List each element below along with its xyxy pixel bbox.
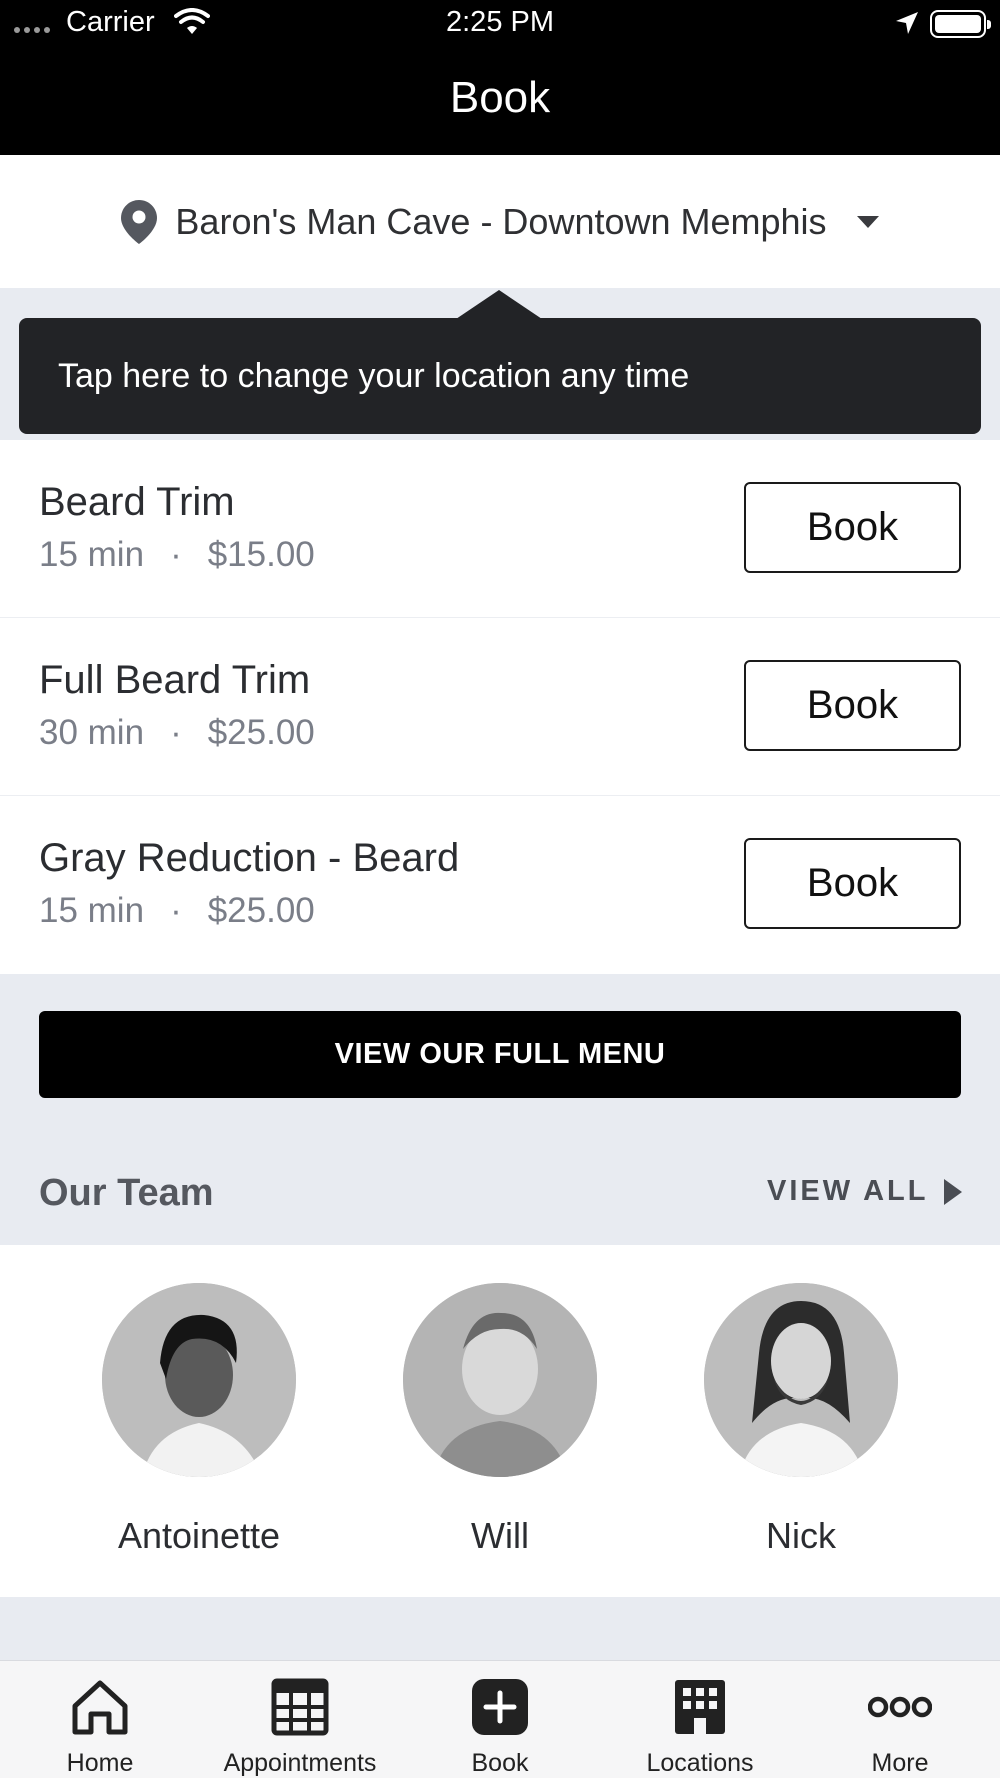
service-duration: 15 min <box>39 535 145 574</box>
meta-separator: · <box>170 891 182 930</box>
location-selector[interactable]: Baron's Man Cave - Downtown Memphis <box>0 155 1000 288</box>
book-button[interactable]: Book <box>744 838 961 929</box>
book-button[interactable]: Book <box>744 482 961 573</box>
service-item: Beard Trim 15 min · $15.00 Book <box>0 440 1000 618</box>
service-item: Full Beard Trim 30 min · $25.00 Book <box>0 618 1000 796</box>
plus-icon <box>472 1679 528 1735</box>
avatar-photo <box>704 1283 898 1477</box>
home-icon <box>72 1680 128 1735</box>
service-price: $25.00 <box>207 891 315 930</box>
meta-separator: · <box>170 535 182 574</box>
chevron-right-icon <box>944 1178 963 1205</box>
team-member[interactable]: Nick <box>701 1283 901 1557</box>
tab-appointments[interactable]: Appointments <box>200 1675 400 1778</box>
service-name: Beard Trim <box>39 480 235 524</box>
team-member-name: Will <box>471 1515 529 1556</box>
service-name: Gray Reduction - Beard <box>39 836 460 880</box>
page-title: Book <box>449 73 551 122</box>
building-icon <box>675 1680 725 1734</box>
team-member-name: Nick <box>766 1515 836 1556</box>
team-list: Antoinette Will Nick <box>0 1245 1000 1597</box>
map-pin-icon <box>121 199 158 244</box>
meta-separator: · <box>170 713 182 752</box>
tooltip-pointer <box>456 290 542 319</box>
service-list: Beard Trim 15 min · $15.00 Book Full Beard… <box>0 440 1000 974</box>
service-meta: 30 min · $25.00 <box>39 713 315 753</box>
tab-label: Appointments <box>223 1749 377 1777</box>
tab-label: More <box>871 1749 929 1777</box>
tab-label: Home <box>66 1749 134 1777</box>
tab-label: Locations <box>646 1749 754 1777</box>
tab-book[interactable]: Book <box>400 1675 600 1778</box>
view-all-label: VIEW ALL <box>767 1175 929 1207</box>
view-all-link[interactable]: VIEW ALL <box>767 1175 963 1208</box>
location-services-icon <box>896 12 918 34</box>
tooltip-text: Tap here to change your location any tim… <box>58 356 690 395</box>
avatar-photo <box>102 1283 296 1477</box>
calendar-icon <box>271 1678 329 1736</box>
service-meta: 15 min · $15.00 <box>39 535 315 575</box>
tab-more[interactable]: More <box>800 1675 1000 1778</box>
avatar <box>704 1283 898 1477</box>
service-price: $25.00 <box>207 713 315 752</box>
service-price: $15.00 <box>207 535 315 574</box>
avatar <box>102 1283 296 1477</box>
location-name: Baron's Man Cave - Downtown Memphis <box>175 200 827 242</box>
view-full-menu-button[interactable]: VIEW OUR FULL MENU <box>39 1011 961 1098</box>
team-member[interactable]: Will <box>400 1283 600 1557</box>
service-item: Gray Reduction - Beard 15 min · $25.00 Boo… <box>0 796 1000 974</box>
tab-label: Book <box>471 1749 529 1777</box>
battery-icon <box>930 10 991 38</box>
service-meta: 15 min · $25.00 <box>39 891 315 931</box>
service-name: Full Beard Trim <box>39 658 311 702</box>
chevron-down-icon <box>856 215 879 228</box>
tab-home[interactable]: Home <box>0 1675 200 1778</box>
bottom-tab-bar: Home Appointments Book Locations More <box>0 1660 1000 1778</box>
tab-locations[interactable]: Locations <box>600 1675 800 1778</box>
team-member[interactable]: Antoinette <box>99 1283 299 1557</box>
more-icon <box>868 1696 932 1718</box>
avatar <box>403 1283 597 1477</box>
top-bar: Carrier 2:25 PM Book <box>0 0 1000 155</box>
avatar-photo <box>403 1283 597 1477</box>
service-duration: 15 min <box>39 891 145 930</box>
status-bar: Carrier 2:25 PM <box>0 0 1000 48</box>
status-time: 2:25 PM <box>446 6 554 38</box>
book-button[interactable]: Book <box>744 660 961 751</box>
team-member-name: Antoinette <box>117 1515 281 1556</box>
location-tooltip[interactable]: Tap here to change your location any tim… <box>19 318 981 434</box>
team-section-title: Our Team <box>39 1172 214 1214</box>
service-duration: 30 min <box>39 713 145 752</box>
